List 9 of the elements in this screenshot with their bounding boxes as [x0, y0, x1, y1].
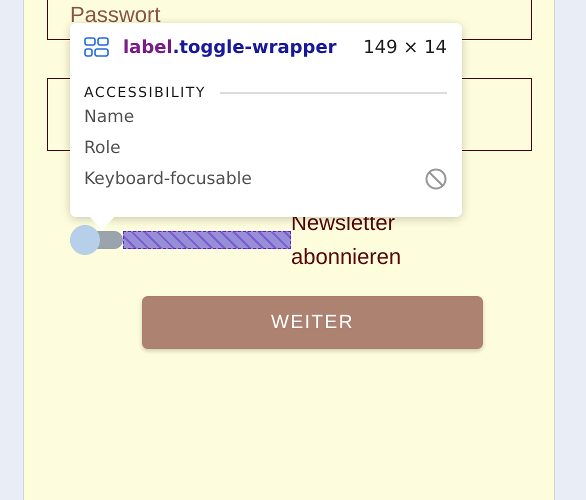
property-label: Keyboard-focusable: [84, 168, 252, 188]
layout-icon: [84, 37, 109, 57]
submit-button[interactable]: WEITER: [142, 296, 483, 349]
newsletter-label: Newsletter abonnieren: [291, 209, 402, 271]
property-label: Role: [84, 138, 121, 158]
property-label: Name: [84, 106, 134, 126]
toggle-switch[interactable]: [70, 225, 123, 255]
prohibited-icon: [425, 168, 447, 190]
section-title: ACCESSIBILITY: [84, 85, 206, 101]
